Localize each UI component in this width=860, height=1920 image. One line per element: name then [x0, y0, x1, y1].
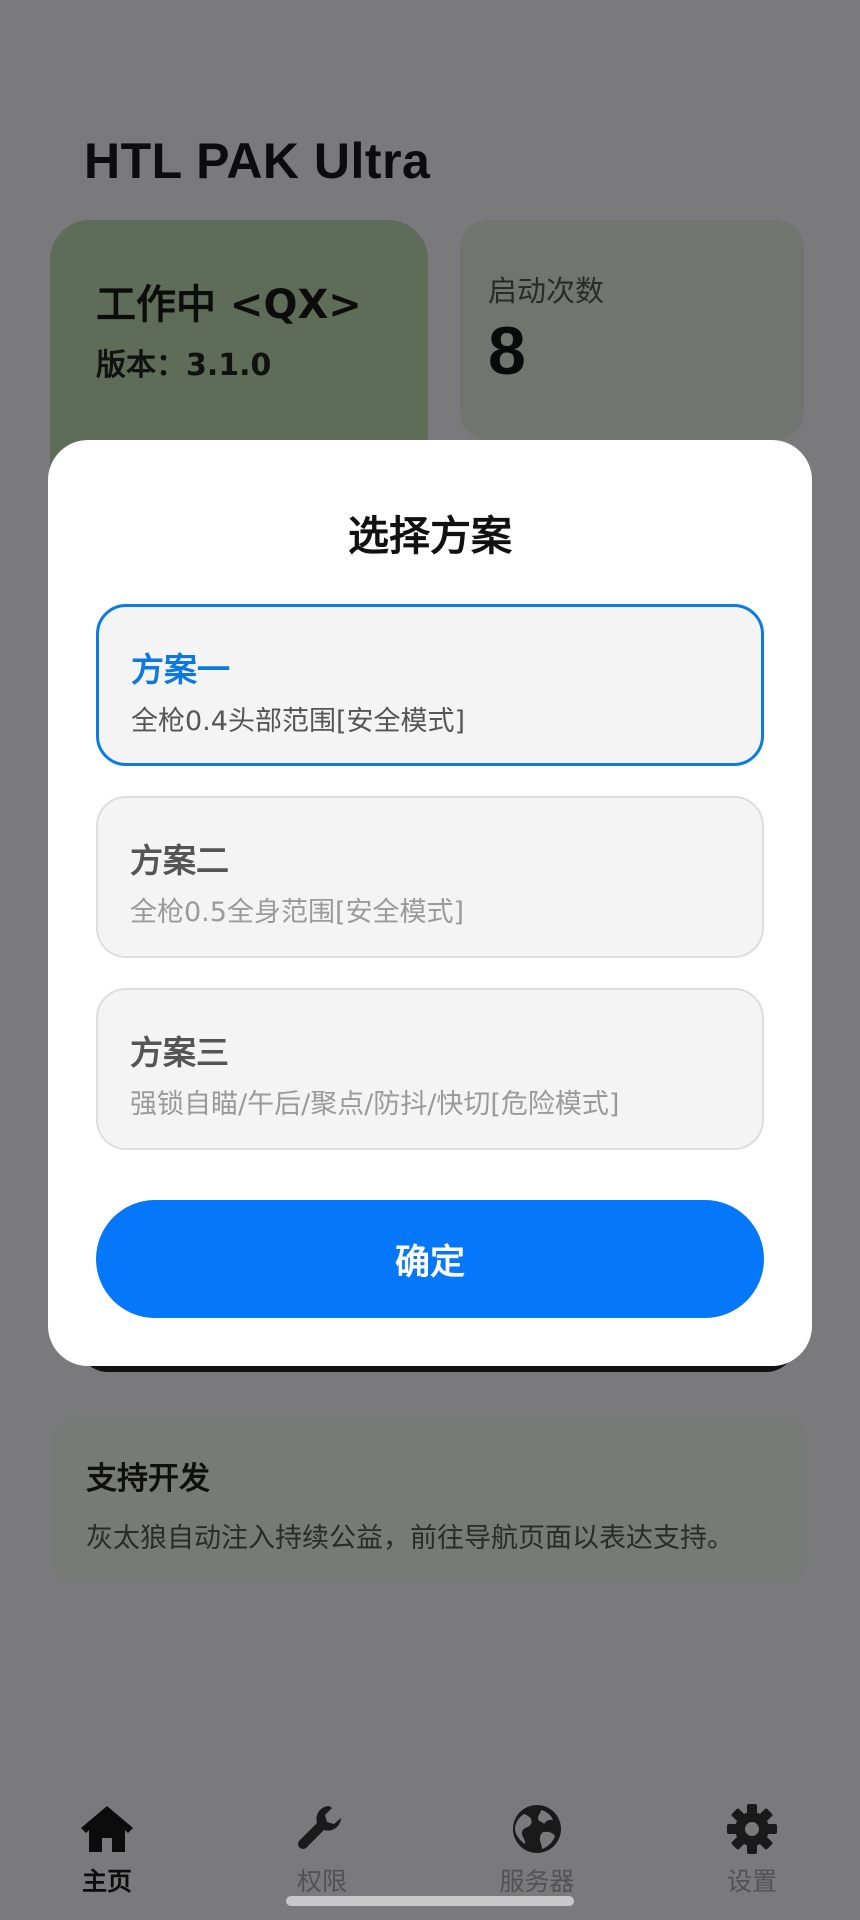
dialog-title: 选择方案	[348, 512, 512, 560]
nav-item-home[interactable]: 主页	[37, 1802, 177, 1902]
nav-label-servers: 服务器	[499, 1867, 575, 1896]
scheme-option-desc: 强锁自瞄/午后/聚点/防抖/快切[危险模式]	[130, 1089, 620, 1120]
scheme-option-3[interactable]: 方案三 强锁自瞄/午后/聚点/防抖/快切[危险模式]	[96, 988, 764, 1150]
launch-count-label: 启动次数	[488, 274, 605, 308]
nav-item-servers[interactable]: 服务器	[467, 1802, 607, 1902]
launch-count-value: 8	[488, 313, 526, 389]
app-title: HTL PAK Ultra	[84, 133, 431, 189]
gear-icon	[727, 1804, 777, 1854]
confirm-button[interactable]: 确定	[96, 1200, 764, 1318]
scheme-option-name: 方案三	[130, 1033, 229, 1072]
nav-item-permissions[interactable]: 权限	[252, 1802, 392, 1902]
support-title: 支持开发	[86, 1461, 210, 1497]
nav-item-settings[interactable]: 设置	[682, 1802, 822, 1902]
nav-label-permissions: 权限	[296, 1867, 347, 1896]
version-text: 版本：3.1.0	[96, 348, 272, 383]
support-text: 灰太狼自动注入持续公益，前往导航页面以表达支持。	[86, 1523, 734, 1554]
home-icon	[81, 1806, 133, 1852]
status-text: 工作中 <QX>	[96, 282, 362, 328]
nav-label-home: 主页	[81, 1867, 132, 1896]
home-indicator[interactable]	[286, 1896, 574, 1906]
globe-icon	[513, 1805, 561, 1853]
wrench-icon	[298, 1806, 341, 1849]
scheme-option-name: 方案二	[130, 841, 229, 880]
scheme-option-name: 方案一	[131, 650, 230, 689]
scheme-select-dialog: 选择方案 方案一 全枪0.4头部范围[安全模式] 方案二 全枪0.5全身范围[安…	[48, 440, 812, 1366]
nav-label-settings: 设置	[726, 1867, 777, 1896]
support-card[interactable]	[52, 1416, 808, 1586]
scheme-option-desc: 全枪0.4头部范围[安全模式]	[131, 706, 466, 737]
scheme-option-1[interactable]: 方案一 全枪0.4头部范围[安全模式]	[96, 604, 764, 766]
scheme-option-2[interactable]: 方案二 全枪0.5全身范围[安全模式]	[96, 796, 764, 958]
scheme-option-desc: 全枪0.5全身范围[安全模式]	[130, 897, 465, 928]
